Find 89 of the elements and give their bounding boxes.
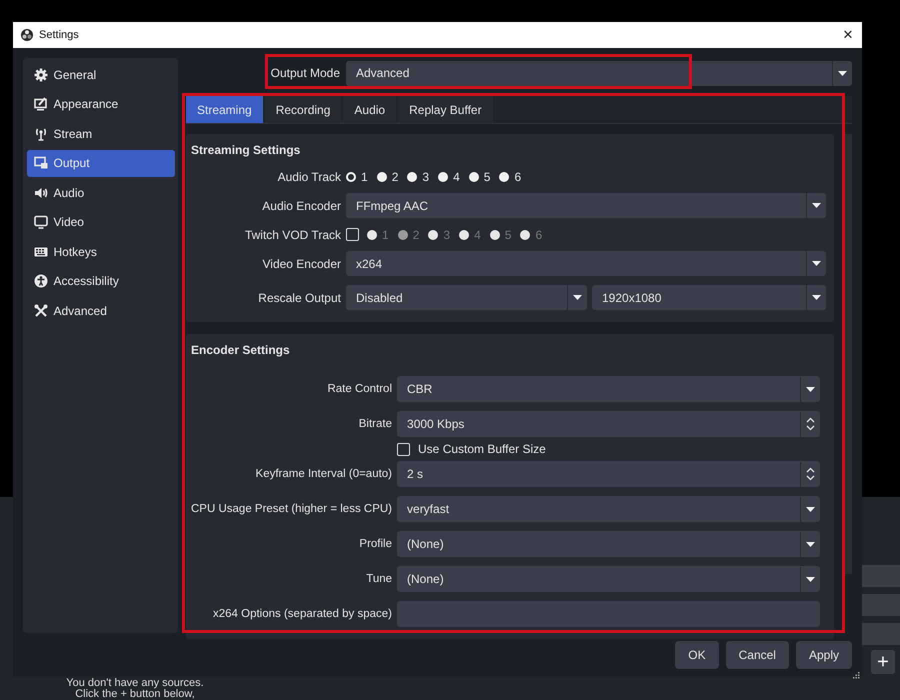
field-label: Profile [358,537,392,552]
group-title: Streaming Settings [191,142,302,159]
accessibility-icon [34,274,48,288]
tab[interactable]: Streaming [186,96,263,123]
sidebar-item[interactable]: Advanced [26,297,174,324]
dropdown-arrow-icon [812,261,821,266]
window-title: Settings [39,29,80,41]
radio-label: 2 [412,228,420,242]
close-button[interactable]: × [836,23,860,47]
spin-box[interactable]: 3000 Kbps [397,411,820,437]
tab[interactable]: Recording [264,96,342,123]
radio-label: 1 [382,228,389,242]
dropdown[interactable]: x264 [346,251,826,276]
stepper-arrows-icon [806,417,815,431]
checkbox[interactable] [397,442,410,456]
dropdown-arrow-icon [806,576,815,582]
empty-sources-text: You don't have any sources. [65,678,205,689]
dropdown-arrow-icon [838,70,847,76]
tab[interactable]: Audio [343,96,396,123]
radio-button[interactable] [346,172,356,182]
field-label: Bitrate [358,417,392,432]
dropdown[interactable]: veryfast [397,496,820,522]
dialog-button[interactable]: OK [675,641,719,669]
dropdown[interactable]: (None) [397,531,820,557]
stepper-arrows-icon [806,467,815,481]
radio-button[interactable] [407,172,418,182]
radio-label: 6 [514,170,522,184]
radio-label: 6 [535,228,542,242]
field-label: Tune [365,572,392,587]
dropdown-arrow-icon [812,295,821,300]
checkbox-label[interactable]: Use Custom Buffer Size [418,442,546,456]
field-label: Video Encoder [261,256,341,270]
field-label: Rescale Output [257,290,341,304]
radio-label: 4 [453,170,460,184]
dropdown[interactable]: 1920x1080 [592,285,826,310]
monitor-brush-icon [34,97,48,111]
resize-grip-icon [853,672,860,679]
add-source-button[interactable]: + [871,650,895,674]
dropdown-arrow-icon [573,295,582,300]
radio-label: 3 [443,228,450,242]
dialog-button[interactable]: Cancel [726,641,789,669]
sidebar-item[interactable]: Output [26,150,174,176]
dropdown-arrow-icon [806,506,815,512]
field-label: Audio Track [276,170,341,184]
field-label: Output Mode [270,66,340,80]
radio-label: 4 [474,228,481,242]
radio-label: 5 [504,228,512,242]
empty-sources-text: Click the + button below, [74,689,196,700]
dropdown[interactable]: FFmpeg AAC [346,193,826,218]
dropdown[interactable]: Disabled [346,285,587,310]
monitor-icon [34,215,48,229]
gear-icon [34,68,48,82]
radio-button[interactable] [376,172,387,182]
radio-label: 1 [361,170,368,184]
radio-button[interactable] [468,172,479,182]
radio-label: 3 [422,170,430,184]
dropdown-arrow-icon [806,386,815,392]
field-label: Keyframe Interval (0=auto) [254,467,392,482]
dropdown[interactable]: (None) [397,566,820,592]
app-logo-icon [21,29,33,41]
screens-icon [34,156,48,170]
dropdown[interactable]: Advanced [346,60,852,86]
dropdown-arrow-icon [812,203,821,208]
field-label: x264 Options (separated by space) [212,607,392,622]
sidebar-item[interactable]: Video [26,208,174,236]
radio-button[interactable] [438,172,448,182]
sidebar-item[interactable]: Stream [26,120,174,147]
radio-label: 5 [484,170,490,184]
dialog-button[interactable]: Apply [796,641,852,669]
dropdown-arrow-icon [806,542,815,546]
field-label: Audio Encoder [261,198,341,212]
tools-icon [34,304,48,318]
radio-button[interactable] [499,172,510,182]
keyboard-icon [34,244,48,258]
speaker-icon [34,186,48,200]
radio-label: 2 [392,170,398,184]
dropdown[interactable]: CBR [397,376,820,402]
sidebar-item[interactable]: General [26,61,174,88]
sidebar-item[interactable]: Accessibility [26,268,174,294]
sidebar-item[interactable]: Hotkeys [26,238,174,265]
field-label: CPU Usage Preset (higher = less CPU) [191,502,392,517]
field-label: Rate Control [326,382,392,397]
spin-box[interactable]: 2 s [397,461,820,487]
sidebar-item[interactable]: Audio [26,179,174,206]
group-title: Encoder Settings [191,342,291,359]
tab[interactable]: Replay Buffer [398,96,493,123]
field-label: Twitch VOD Track [244,228,341,242]
sidebar-item[interactable]: Appearance [26,90,174,118]
antenna-icon [34,126,48,140]
